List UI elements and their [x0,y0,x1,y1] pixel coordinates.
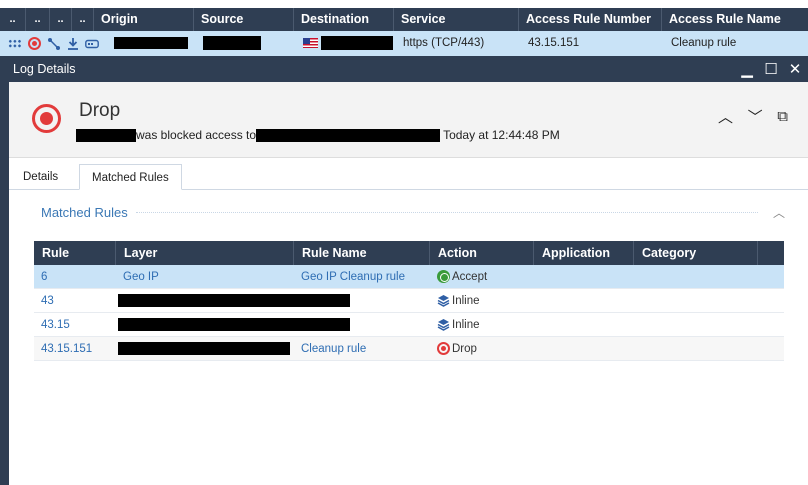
copy-icon[interactable]: ⧉ [777,108,788,125]
action-cell: Inline [430,313,534,337]
application-cell [534,313,634,337]
column-header-rule[interactable]: Rule [34,241,116,265]
column-header-extra [758,241,784,265]
cell-service: https (TCP/443) [403,37,485,49]
close-button[interactable]: ✕ [788,60,802,78]
download-icon [67,37,79,50]
inline-layer-icon [437,318,450,331]
table-row[interactable]: 43.15 Inline [34,313,784,337]
cell-origin [112,31,196,56]
redacted-origin [114,36,188,49]
previous-log-button[interactable]: ︿ [718,106,733,127]
rule-link[interactable]: 43.15.151 [34,337,116,361]
column-header-icon-2[interactable]: .. [26,8,50,31]
summary-message: was blocked access to Today at 12:44:48 … [76,128,560,142]
summary-time: Today at 12:44:48 PM [443,128,560,142]
column-header-origin[interactable]: Origin [94,8,194,31]
matched-rules-section-title: Matched Rules [41,205,128,220]
redacted-destination-host [256,128,441,142]
matched-rules-header: Rule Layer Rule Name Action Application … [34,241,784,265]
rule-link[interactable]: 6 [34,265,116,289]
drop-icon [437,341,450,355]
column-header-icon-3[interactable]: .. [50,8,72,31]
column-header-icon-1[interactable]: .. [0,8,26,31]
column-header-rule-name[interactable]: Rule Name [294,241,430,265]
layer-cell [116,313,430,337]
column-header-service[interactable]: Service [394,8,519,31]
action-label: Inline [452,318,480,331]
layer-cell [116,289,430,313]
details-tabs: Details Matched Rules [9,164,808,190]
table-row[interactable]: 6 Geo IP Geo IP Cleanup rule Accept [34,265,784,289]
collapse-section-button[interactable]: ︿ [773,204,785,221]
category-cell [634,337,758,361]
row-icons [0,37,112,51]
rule-name-link[interactable]: Geo IP Cleanup rule [294,265,430,289]
action-title: Drop [79,100,121,121]
table-row[interactable]: 43 Inline [34,289,784,313]
rule-link[interactable]: 43 [34,289,116,313]
action-cell: Drop [430,337,534,361]
application-cell [534,337,634,361]
accept-icon [437,269,450,283]
window-title: Log Details [13,62,76,76]
cell-access-rule-number: 43.15.151 [528,37,580,49]
maximize-button[interactable]: ☐ [764,60,778,78]
log-row[interactable]: https (TCP/443) 43.15.151 Cleanup rule [0,31,808,56]
log-grid-header: .. .. .. .. Origin Source Destination Se… [0,8,808,31]
route-icon [47,37,61,51]
us-flag-icon [303,37,318,48]
column-header-category[interactable]: Category [634,241,758,265]
redacted-destination [321,35,393,50]
matched-rules-table: Rule Layer Rule Name Action Application … [34,241,784,361]
action-label: Inline [452,294,480,307]
rule-name-link[interactable]: Cleanup rule [294,337,430,361]
summary-message-text: was blocked access to [136,128,257,142]
category-cell [634,265,758,289]
category-cell [634,313,758,337]
cell-source [196,31,296,56]
cell-access-rule-name: Cleanup rule [671,37,737,49]
action-label: Drop [452,342,477,355]
redacted-user [76,128,136,142]
layer-cell [116,337,294,361]
gateway-icon [85,39,99,49]
category-cell [634,289,758,313]
redacted-source [203,35,261,50]
log-summary: Drop was blocked access to Today at 12:4… [9,82,808,158]
column-header-source[interactable]: Source [194,8,294,31]
cell-destination [296,31,396,56]
column-header-access-rule-name[interactable]: Access Rule Name [662,8,808,31]
action-label: Accept [452,270,488,283]
table-row[interactable]: 43.15.151 Cleanup rule Drop [34,337,784,361]
action-cell: Accept [430,265,534,289]
column-header-layer[interactable]: Layer [116,241,294,265]
log-details-titlebar[interactable]: Log Details ▁ ☐ ✕ [0,56,808,82]
column-header-action[interactable]: Action [430,241,534,265]
rule-link[interactable]: 43.15 [34,313,116,337]
redacted-layer [118,317,350,331]
column-header-access-rule-number[interactable]: Access Rule Number [519,8,662,31]
next-log-button[interactable]: ﹀ [748,106,763,127]
redacted-layer [118,293,350,307]
column-header-application[interactable]: Application [534,241,634,265]
redacted-layer [118,341,290,355]
drop-status-icon [32,104,61,133]
window-left-border [0,82,9,485]
drop-icon [28,37,41,50]
action-cell: Inline [430,289,534,313]
application-cell [534,265,634,289]
column-header-icon-4[interactable]: .. [72,8,94,31]
tab-matched-rules[interactable]: Matched Rules [79,164,182,190]
section-divider [136,212,758,213]
layer-link[interactable]: Geo IP [116,265,294,289]
blade-grid-icon [8,38,22,49]
minimize-button[interactable]: ▁ [740,60,754,78]
tab-details[interactable]: Details [11,164,70,190]
inline-layer-icon [437,294,450,307]
application-cell [534,289,634,313]
column-header-destination[interactable]: Destination [294,8,394,31]
